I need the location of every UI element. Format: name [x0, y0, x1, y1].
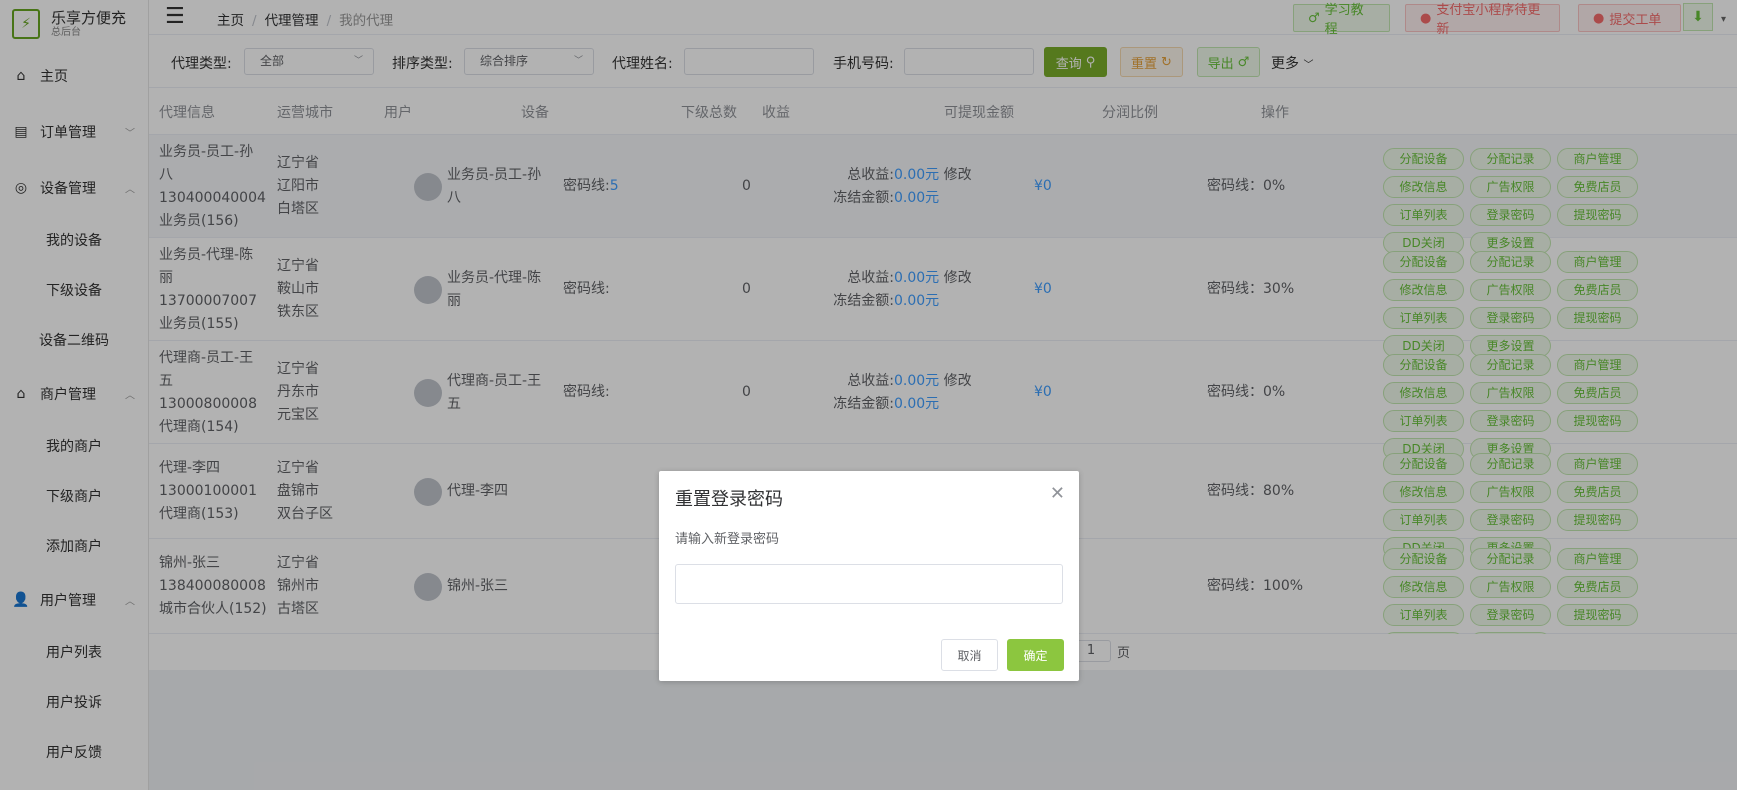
dialog-title: 重置登录密码 [675, 489, 783, 510]
close-icon[interactable]: ✕ [1050, 485, 1065, 503]
new-password-input[interactable] [675, 564, 1063, 604]
cancel-button[interactable]: 取消 [941, 639, 998, 671]
reset-password-dialog: 重置登录密码 ✕ 请输入新登录密码 取消 确定 [659, 471, 1079, 681]
confirm-button[interactable]: 确定 [1007, 639, 1064, 671]
dialog-label: 请输入新登录密码 [675, 532, 780, 547]
